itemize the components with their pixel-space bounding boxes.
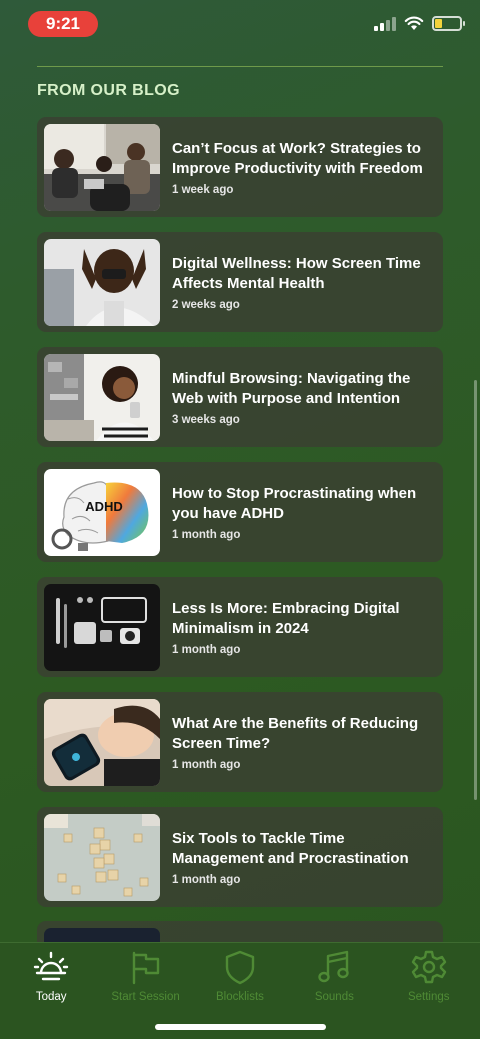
tab-label: Start Session: [111, 991, 180, 1003]
blog-post-date: 2 weeks ago: [172, 298, 240, 311]
adhd-brain-thumbnail: ADHD: [44, 468, 160, 556]
tab-label: Today: [35, 991, 67, 1003]
flatlay-gadgets-thumbnail: [44, 583, 160, 671]
shield-icon: [225, 950, 255, 985]
woman-phone-thumbnail: [44, 353, 160, 441]
blog-list: Can’t Focus at Work? Strategies to Impro…: [37, 117, 443, 922]
home-indicator[interactable]: [155, 1024, 326, 1030]
blog-post-title: What Are the Benefits of Reducing Screen…: [172, 714, 419, 752]
cellular-signal-icon: [374, 16, 396, 31]
blog-post-title: Mindful Browsing: Navigating the Web wit…: [172, 369, 411, 407]
tab-label: Settings: [407, 991, 450, 1003]
blog-post-date: 1 month ago: [172, 643, 241, 656]
sleeping-with-phone-thumbnail: [44, 698, 160, 786]
wifi-icon: [404, 16, 424, 30]
tab-today[interactable]: Today: [6, 949, 96, 1003]
section-divider: [37, 66, 443, 67]
blog-post-title: Less Is More: Embracing Digital Minimali…: [172, 599, 400, 637]
sun-icon: [33, 951, 69, 981]
blog-post-date: 3 weeks ago: [172, 413, 240, 426]
tab-sounds[interactable]: Sounds: [289, 949, 379, 1003]
status-icons: [374, 16, 465, 31]
blog-post-card[interactable]: Less Is More: Embracing Digital Minimali…: [37, 577, 443, 677]
blog-post-card[interactable]: Mindful Browsing: Navigating the Web wit…: [37, 347, 443, 447]
scrollbar[interactable]: [474, 380, 477, 800]
blog-post-date: 1 month ago: [172, 528, 241, 541]
status-bar: 9:21: [0, 0, 480, 50]
blog-post-date: 1 month ago: [172, 873, 241, 886]
blog-post-date: 1 month ago: [172, 758, 241, 771]
blog-post-date: 1 week ago: [172, 183, 234, 196]
blog-post-card[interactable]: ADHD How to Stop Procrastinating when yo…: [37, 462, 443, 562]
gear-icon: [411, 950, 446, 984]
flag-icon: [132, 951, 159, 985]
music-note-icon: [318, 950, 350, 983]
tab-blocklists[interactable]: Blocklists: [195, 949, 285, 1003]
scrabble-tiles-thumbnail: [44, 813, 160, 901]
blog-post-title: Six Tools to Tackle Time Management and …: [172, 829, 409, 867]
adhd-image-text: ADHD: [85, 499, 123, 514]
blog-post-title: How to Stop Procrastinating when you hav…: [172, 484, 417, 522]
battery-icon: [432, 16, 465, 31]
blog-post-title: Can’t Focus at Work? Strategies to Impro…: [172, 139, 423, 177]
tab-label: Sounds: [314, 991, 354, 1003]
blog-post-title: Digital Wellness: How Screen Time Affect…: [172, 254, 421, 292]
blog-post-card[interactable]: Six Tools to Tackle Time Management and …: [37, 807, 443, 907]
tab-start-session[interactable]: Start Session: [101, 949, 191, 1003]
status-time: 9:21: [28, 11, 98, 37]
tab-label: Blocklists: [216, 991, 264, 1003]
blog-post-card[interactable]: Digital Wellness: How Screen Time Affect…: [37, 232, 443, 332]
blog-post-card[interactable]: What Are the Benefits of Reducing Screen…: [37, 692, 443, 792]
battery-level: [435, 19, 443, 28]
tab-settings[interactable]: Settings: [384, 949, 474, 1003]
section-title: FROM OUR BLOG: [37, 82, 180, 99]
office-meeting-thumbnail: [44, 123, 160, 211]
tab-bar: Today Start Session Blocklists Sounds Se…: [0, 942, 480, 1039]
stressed-man-thumbnail: [44, 238, 160, 326]
blog-post-card[interactable]: Can’t Focus at Work? Strategies to Impro…: [37, 117, 443, 217]
